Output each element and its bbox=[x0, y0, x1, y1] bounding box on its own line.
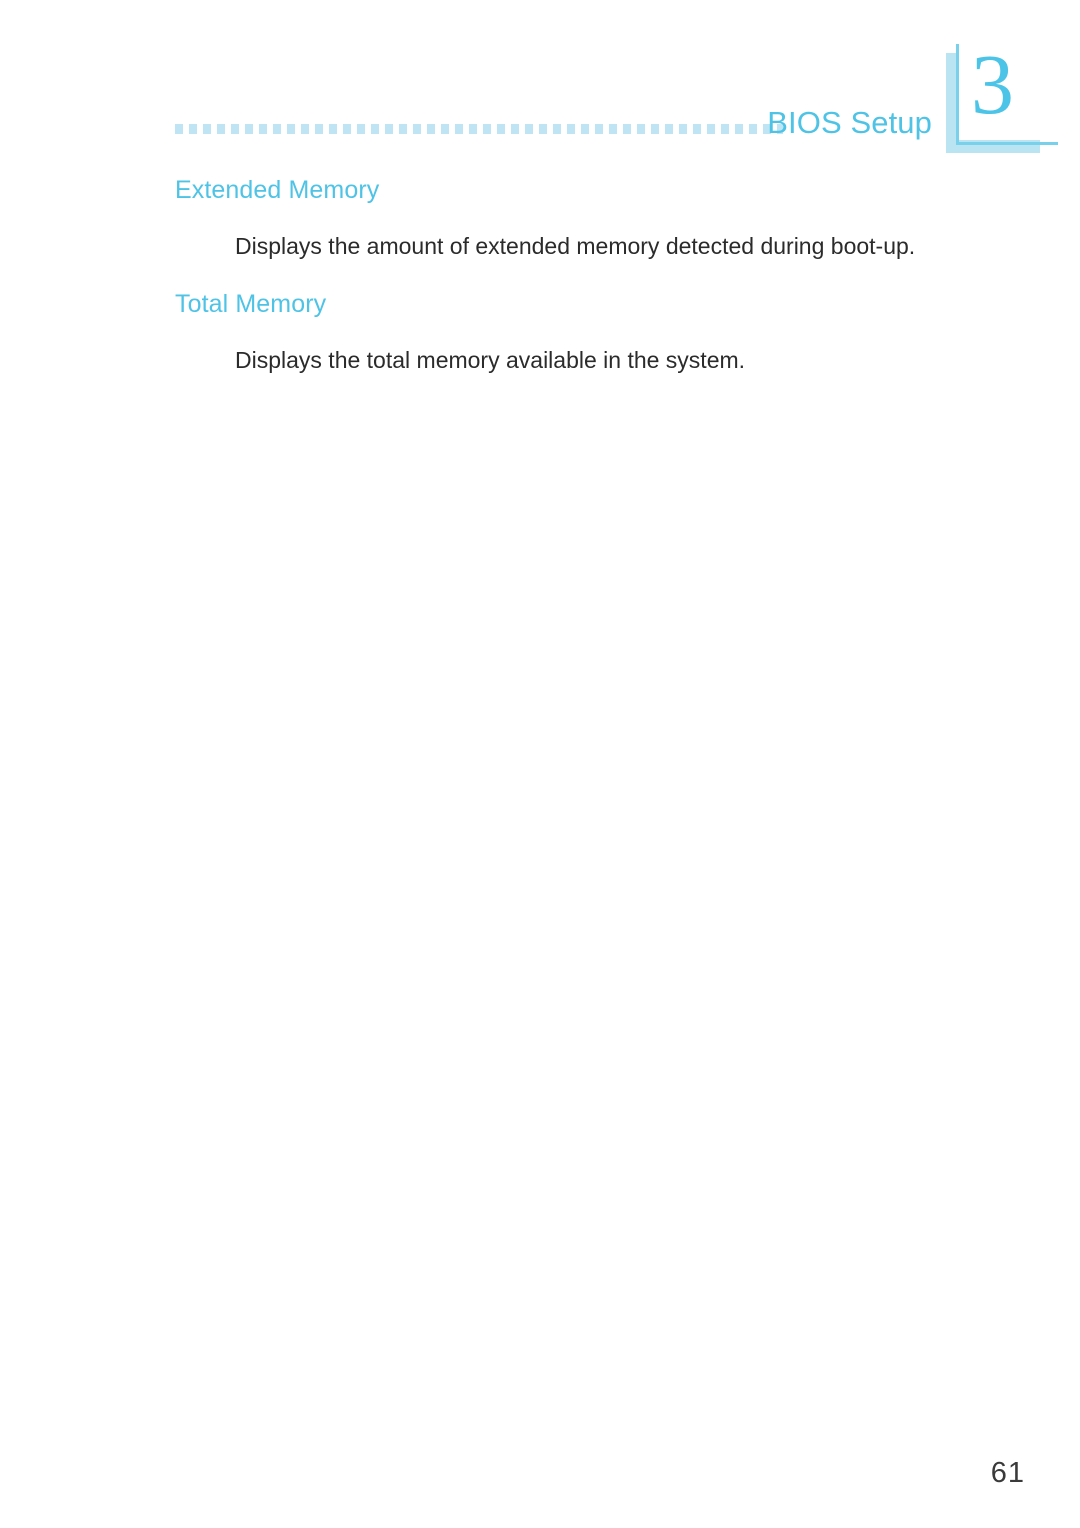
section-body-total-memory: Displays the total memory available in t… bbox=[235, 347, 746, 373]
chapter-number: 3 bbox=[971, 36, 1014, 132]
dotted-rule-decoration bbox=[175, 124, 783, 134]
page-number: 61 bbox=[990, 1457, 1025, 1489]
page-content: Extended Memory Displays the amount of e… bbox=[175, 175, 935, 375]
section-heading-extended-memory: Extended Memory bbox=[175, 176, 380, 204]
chapter-marker: 3 bbox=[946, 36, 1066, 169]
section-body-extended-memory: Displays the amount of extended memory d… bbox=[235, 233, 916, 259]
document-page: BIOS Setup 3 Extended Memory Displays th… bbox=[0, 0, 1080, 1528]
chapter-bracket-line-vertical bbox=[956, 44, 959, 145]
header-title: BIOS Setup bbox=[767, 105, 932, 140]
section-heading-total-memory: Total Memory bbox=[175, 290, 327, 318]
chapter-bracket-line-horizontal bbox=[956, 142, 1058, 145]
page-header: BIOS Setup 3 bbox=[0, 0, 1080, 175]
